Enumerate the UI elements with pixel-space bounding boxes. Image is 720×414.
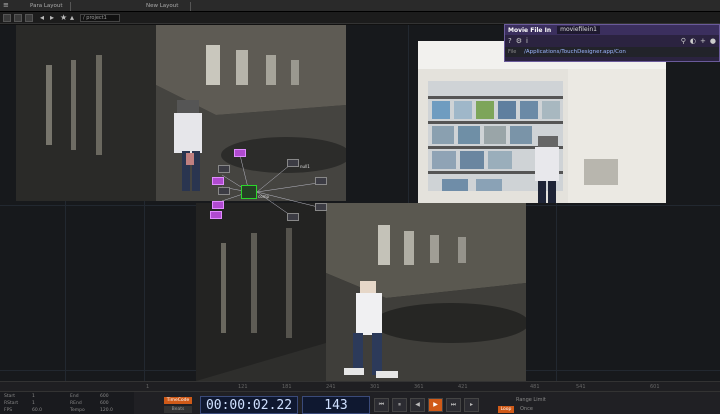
- operator-node[interactable]: [212, 177, 224, 185]
- file-label: File: [508, 49, 517, 55]
- ruler-tick: 541: [576, 384, 586, 390]
- operator-node[interactable]: [315, 203, 327, 211]
- network-path[interactable]: / project1: [80, 14, 120, 22]
- parameter-panel: Movie File In moviefilein1 ? ⚙ i ⚲ ◐ + ●…: [504, 24, 720, 62]
- operator-node[interactable]: [218, 165, 230, 173]
- ruler-tick: 361: [414, 384, 424, 390]
- node-wires: [221, 154, 319, 216]
- ruler-tick: 301: [370, 384, 380, 390]
- title-tabbar: ≡ Para Layout New Layout: [0, 0, 720, 12]
- star-icon[interactable]: ★: [60, 13, 67, 22]
- operator-type: Movie File In: [508, 26, 552, 34]
- operator-node[interactable]: [315, 177, 327, 185]
- play-button[interactable]: ▶: [428, 398, 443, 412]
- forward-button[interactable]: ▸: [464, 398, 479, 412]
- panel-button[interactable]: [25, 14, 33, 22]
- timeline-bar: Start 1 End 600 RStart 1 REnd 600 FPS 60…: [0, 391, 720, 414]
- beats-toggle-button[interactable]: Beats: [164, 406, 192, 413]
- rstart-value[interactable]: 1: [32, 401, 35, 406]
- help-icon[interactable]: ?: [508, 37, 512, 45]
- operator-node[interactable]: [218, 187, 230, 195]
- tab-divider: [190, 2, 191, 11]
- parameter-icons: ? ⚙ i ⚲ ◐ + ●: [505, 35, 719, 47]
- range-settings: Start 1 End 600 RStart 1 REnd 600 FPS 60…: [0, 392, 134, 414]
- operator-node[interactable]: [210, 211, 222, 219]
- file-path-value[interactable]: /Applications/TouchDesigner.app/Con: [524, 49, 626, 55]
- start-value[interactable]: 1: [32, 394, 35, 399]
- ruler-tick: 421: [458, 384, 468, 390]
- play-reverse-button[interactable]: ◀: [410, 398, 425, 412]
- tab-new-layout[interactable]: New Layout: [142, 2, 182, 11]
- arrow-left-icon[interactable]: ◂: [40, 13, 44, 22]
- fps-value[interactable]: 60.0: [32, 408, 42, 413]
- ruler-tick: 241: [326, 384, 336, 390]
- python-logo-icon[interactable]: ◐: [690, 37, 696, 45]
- end-label: End: [70, 394, 79, 399]
- timeline-ruler[interactable]: 1 121 181 241 301 361 421 481 541 601: [0, 381, 720, 391]
- once-label[interactable]: Once: [520, 406, 533, 412]
- timecode-toggle-button[interactable]: TimeCode: [164, 397, 192, 404]
- file-parameter-row[interactable]: File /Applications/TouchDesigner.app/Con: [505, 47, 719, 57]
- ruler-tick: 601: [650, 384, 660, 390]
- start-label: Start: [4, 394, 15, 399]
- range-limit-label: Range Limit: [516, 397, 546, 403]
- ruler-tick: 181: [282, 384, 292, 390]
- arrow-right-icon[interactable]: ▸: [50, 13, 54, 22]
- ruler-tick: 1: [146, 384, 150, 390]
- up-arrow-icon[interactable]: ▴: [70, 13, 74, 22]
- rewind-button[interactable]: ⏮: [374, 398, 389, 412]
- python-icon[interactable]: ⚙: [516, 37, 522, 45]
- tempo-label: Tempo: [70, 408, 85, 413]
- operator-node[interactable]: [287, 213, 299, 221]
- ruler-tick: 481: [530, 384, 540, 390]
- selected-operator-node[interactable]: [241, 185, 257, 199]
- dot-icon[interactable]: ●: [710, 37, 716, 45]
- info-icon[interactable]: i: [526, 37, 528, 45]
- menu-icon[interactable]: ≡: [3, 1, 9, 10]
- parameter-header: Movie File In moviefilein1: [505, 25, 719, 35]
- rstart-label: RStart: [4, 401, 19, 406]
- network-toolbar: ◂ ▸ ★ ▴ / project1: [0, 12, 720, 24]
- timecode-display[interactable]: 00:00:02.22: [200, 396, 298, 414]
- rend-value[interactable]: 600: [100, 401, 109, 406]
- frame-display[interactable]: 143: [302, 396, 370, 414]
- step-forward-button[interactable]: ⏭: [446, 398, 461, 412]
- pause-button[interactable]: ⏸: [392, 398, 407, 412]
- loop-button[interactable]: Loop: [498, 406, 514, 413]
- ruler-tick: 121: [238, 384, 248, 390]
- link-icon[interactable]: ⚲: [681, 37, 686, 45]
- network-editor[interactable]: comp null1: [0, 25, 720, 381]
- tab-para-layout[interactable]: Para Layout: [26, 2, 67, 11]
- operator-name-field[interactable]: moviefilein1: [557, 26, 600, 34]
- node-label: null1: [300, 164, 310, 169]
- node-label: comp: [258, 194, 270, 199]
- tempo-value[interactable]: 120.0: [100, 408, 113, 413]
- add-icon[interactable]: +: [700, 37, 706, 45]
- tab-divider: [70, 2, 71, 11]
- fps-label: FPS: [4, 408, 13, 413]
- layout-button[interactable]: [3, 14, 11, 22]
- operator-node[interactable]: [234, 149, 246, 157]
- split-button[interactable]: [14, 14, 22, 22]
- end-value[interactable]: 600: [100, 394, 109, 399]
- operator-node[interactable]: [212, 201, 224, 209]
- rend-label: REnd: [70, 401, 82, 406]
- operator-node[interactable]: [287, 159, 299, 167]
